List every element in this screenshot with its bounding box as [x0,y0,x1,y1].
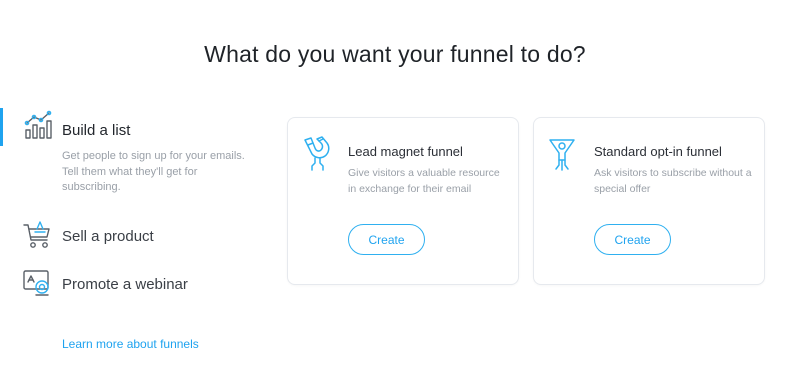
card-title: Lead magnet funnel [348,144,463,159]
chart-growth-icon [24,110,52,139]
card-title: Standard opt-in funnel [594,144,722,159]
magnet-icon [304,136,330,171]
lead-magnet-funnel-card[interactable]: Lead magnet funnel Give visitors a valua… [287,117,519,285]
card-description: Give visitors a valuable resource in exc… [348,167,500,195]
webinar-icon [23,270,49,296]
active-indicator [0,108,3,146]
sidebar-item-promote-a-webinar[interactable]: Promote a webinar [0,266,260,302]
create-lead-magnet-button[interactable]: Create [348,224,425,255]
funnel-picker-page: What do you want your funnel to do? Buil… [0,0,790,392]
sidebar-item-label: Sell a product [62,228,154,245]
sidebar-item-label: Build a list [62,122,131,139]
create-standard-opt-in-button[interactable]: Create [594,224,671,255]
learn-more-link[interactable]: Learn more about funnels [62,337,199,351]
standard-opt-in-funnel-card[interactable]: Standard opt-in funnel Ask visitors to s… [533,117,765,285]
page-title: What do you want your funnel to do? [204,41,586,67]
funnel-person-icon [549,139,575,171]
card-description: Ask visitors to subscribe without a spec… [594,167,752,195]
sidebar-item-label: Promote a webinar [62,276,188,293]
sidebar-item-description: Get people to sign up for your emails. T… [62,150,245,193]
sidebar-item-sell-a-product[interactable]: Sell a product [0,218,260,254]
shopping-cart-icon [23,221,50,248]
sidebar-item-build-a-list[interactable]: Build a list Get people to sign up for y… [0,108,260,218]
